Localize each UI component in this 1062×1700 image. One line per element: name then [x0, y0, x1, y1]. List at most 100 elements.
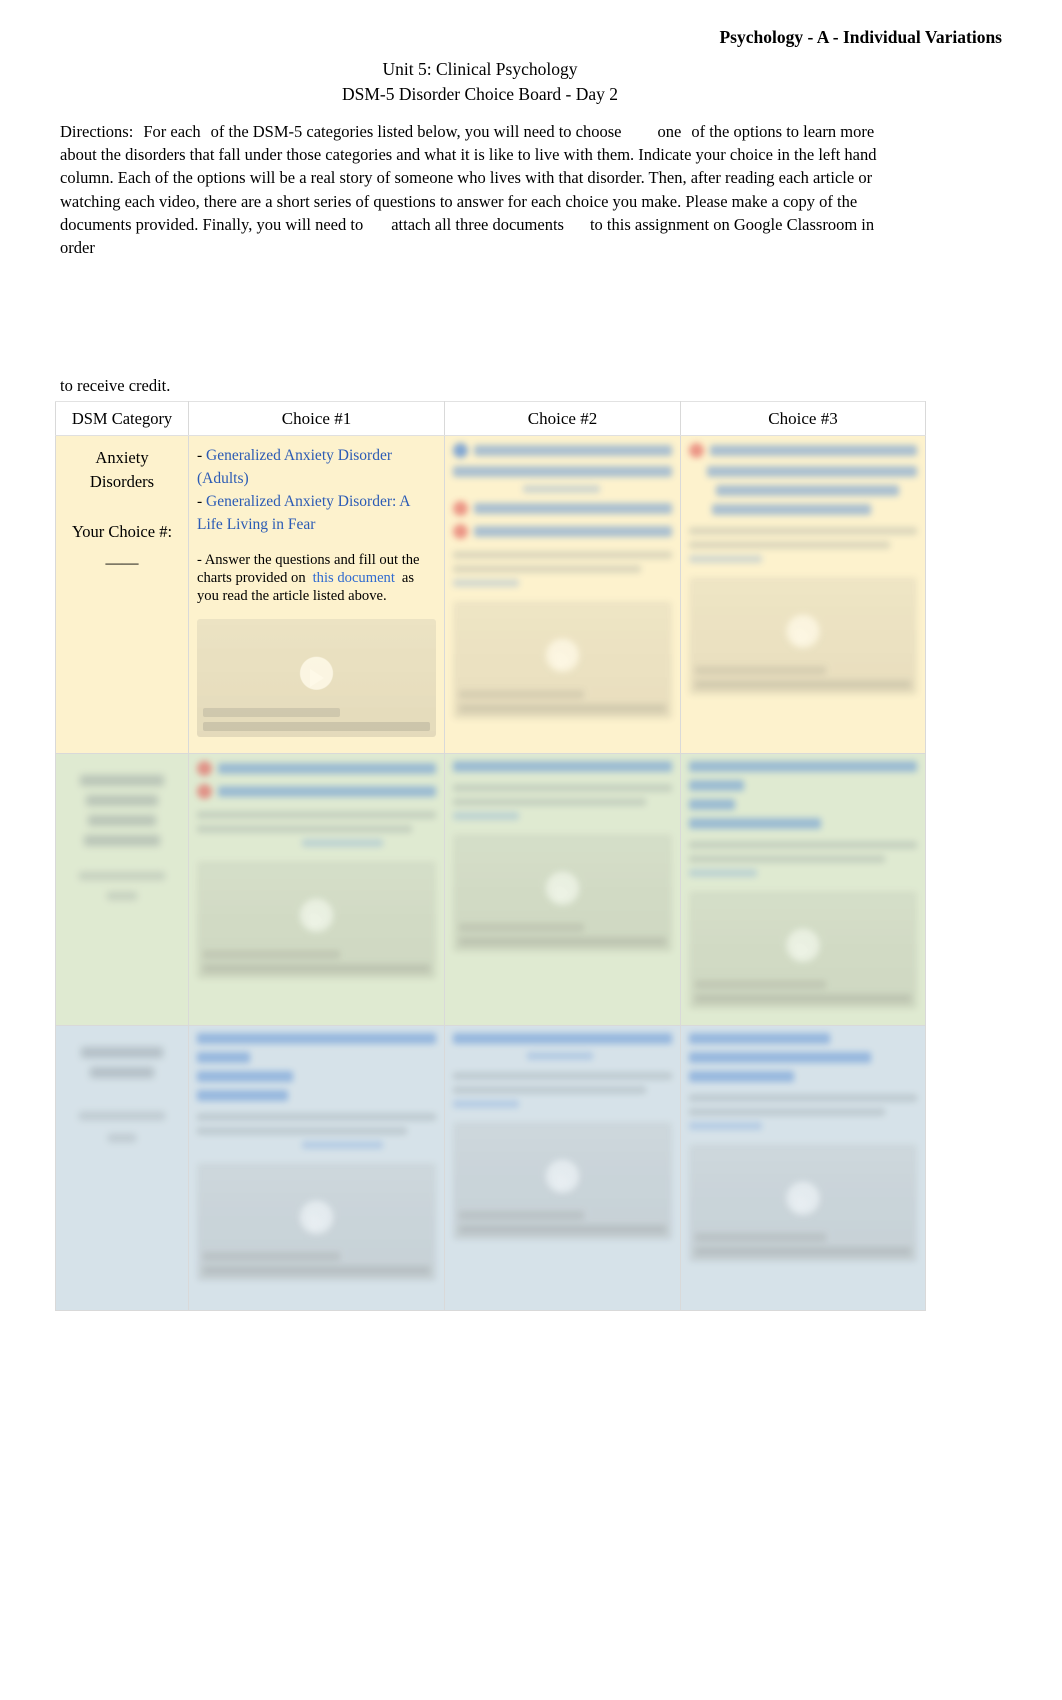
- unit-title: Unit 5: Clinical Psychology: [382, 59, 578, 79]
- choice-instruction: - Answer the questions and fill out the …: [197, 551, 436, 605]
- obscured-text-line: [89, 1067, 155, 1078]
- obscured-text-line: [197, 1127, 408, 1135]
- obscured-text-line: [453, 784, 672, 792]
- obscured-paragraph: [453, 784, 672, 820]
- obscured-text-line: [197, 1090, 288, 1101]
- obscured-link-row: [689, 443, 917, 458]
- obscured-text-line: [197, 1113, 436, 1121]
- obscured-text-line: [88, 815, 156, 826]
- document-title: Unit 5: Clinical Psychology DSM-5 Disord…: [60, 57, 900, 107]
- table-row: Anxiety Disorders Your Choice #: —— - Ge…: [55, 435, 926, 754]
- obscured-text-line: [218, 763, 436, 774]
- directions-paragraph: Directions: For each of the DSM-5 categori…: [60, 120, 905, 259]
- obscured-video-thumbnail: [689, 891, 917, 1009]
- obscured-paragraph: [689, 841, 917, 877]
- thumbnail-caption-line-2: [459, 1225, 666, 1234]
- obscured-video-thumbnail: [197, 861, 436, 979]
- obscured-content: [681, 1026, 925, 1268]
- category-cell-anxiety: Anxiety Disorders Your Choice #: ——: [55, 435, 189, 754]
- thumbnail-caption-line-1: [695, 980, 826, 989]
- obscured-category: [56, 754, 188, 906]
- obscured-link-row: [197, 784, 436, 799]
- choice-cell-trauma-1: [188, 753, 445, 1026]
- thumbnail-caption-line-2: [203, 1266, 430, 1275]
- thumbnail-caption-line-2: [203, 722, 430, 731]
- category-name-line-1: Anxiety: [95, 448, 149, 467]
- thumbnail-caption-line-1: [459, 923, 585, 932]
- obscured-paragraph: [197, 811, 436, 847]
- obscured-text-line: [453, 1072, 672, 1080]
- choice-cell-depressive-2: [444, 1025, 681, 1311]
- obscured-text-line: [453, 466, 672, 477]
- bullet-dot-icon: [689, 443, 704, 458]
- video-thumbnail-placeholder[interactable]: [197, 619, 436, 737]
- obscured-text-line: [689, 855, 886, 863]
- directions-emphasis-one: one: [657, 122, 682, 141]
- obscured-text-line: [711, 504, 872, 515]
- thumbnail-caption-line-2: [695, 994, 911, 1003]
- obscured-paragraph: [453, 551, 672, 587]
- thumbnail-caption-line-1: [203, 950, 341, 959]
- obscured-text-line: [689, 1033, 831, 1044]
- thumbnail-caption-line-1: [695, 1233, 826, 1242]
- obscured-content: [445, 1026, 680, 1246]
- obscured-text-line: [716, 485, 899, 496]
- obscured-text-line: [453, 812, 519, 820]
- obscured-text-line: [197, 811, 436, 819]
- table-row: [55, 1025, 926, 1311]
- play-icon: [796, 627, 810, 645]
- obscured-link-row: [197, 761, 436, 776]
- link-a-life-living-in-fear[interactable]: Generalized Anxiety Disorder: A Life Liv…: [197, 493, 410, 533]
- obscured-text-line: [453, 1086, 646, 1094]
- play-icon: [555, 651, 570, 669]
- play-icon: [309, 1213, 324, 1231]
- thumbnail-caption-line-1: [203, 1252, 341, 1261]
- obscured-text-line: [707, 466, 917, 477]
- play-icon: [555, 1172, 570, 1190]
- obscured-text-line: [453, 565, 642, 573]
- column-header-choice-2: Choice #2: [444, 401, 681, 436]
- obscured-text-line: [689, 761, 917, 772]
- choice-cell-trauma-2: [444, 753, 681, 1026]
- thumbnail-caption-line-2: [695, 1247, 911, 1256]
- obscured-video-thumbnail: [453, 1122, 672, 1240]
- obscured-text-line: [689, 869, 758, 877]
- obscured-text-line: [689, 1071, 794, 1082]
- obscured-paragraph: [689, 527, 917, 563]
- option-bullet-1: - Generalized Anxiety Disorder (Adults): [197, 444, 436, 490]
- obscured-text-line: [527, 1052, 594, 1060]
- obscured-video-thumbnail: [197, 1163, 436, 1281]
- obscured-video-thumbnail: [453, 834, 672, 952]
- your-choice-blank[interactable]: ——: [56, 551, 188, 575]
- obscured-paragraph: [197, 1113, 436, 1149]
- board-subtitle: DSM-5 Disorder Choice Board - Day 2: [341, 84, 619, 104]
- obscured-link-row: [453, 501, 672, 516]
- link-this-document[interactable]: this document: [313, 570, 395, 586]
- thumbnail-caption-line-2: [695, 680, 911, 689]
- bullet-dot-icon: [197, 784, 212, 799]
- choice-cell-anxiety-3: [680, 435, 926, 754]
- course-header: Psychology - A - Individual Variations: [719, 27, 1002, 47]
- directions-tail: to receive credit.: [60, 376, 171, 395]
- obscured-text-line: [689, 841, 917, 849]
- play-icon: [309, 669, 324, 687]
- table-row: [55, 753, 926, 1026]
- category-cell-depressive: [55, 1025, 189, 1311]
- link-generalized-anxiety-disorder-adults[interactable]: Generalized Anxiety Disorder (Adults): [197, 447, 392, 487]
- obscured-text-line: [474, 526, 672, 537]
- column-header-dsm-category: DSM Category: [55, 401, 189, 436]
- table-header-row: DSM Category Choice #1 Choice #2 Choice …: [55, 401, 926, 436]
- obscured-text-line: [689, 780, 744, 791]
- obscured-text-line: [710, 445, 917, 456]
- obscured-text-line: [689, 541, 890, 549]
- choice-board-table: DSM Category Choice #1 Choice #2 Choice …: [55, 401, 926, 1311]
- obscured-text-line: [197, 1071, 293, 1082]
- bullet-dot-icon: [453, 501, 468, 516]
- bullet-dot-icon: [453, 524, 468, 539]
- obscured-content: [681, 754, 925, 1015]
- choice-cell-depressive-1: [188, 1025, 445, 1311]
- bullet-dot-icon: [453, 443, 468, 458]
- obscured-video-thumbnail: [453, 601, 672, 719]
- obscured-text-line: [689, 1052, 872, 1063]
- obscured-text-line: [302, 1141, 384, 1149]
